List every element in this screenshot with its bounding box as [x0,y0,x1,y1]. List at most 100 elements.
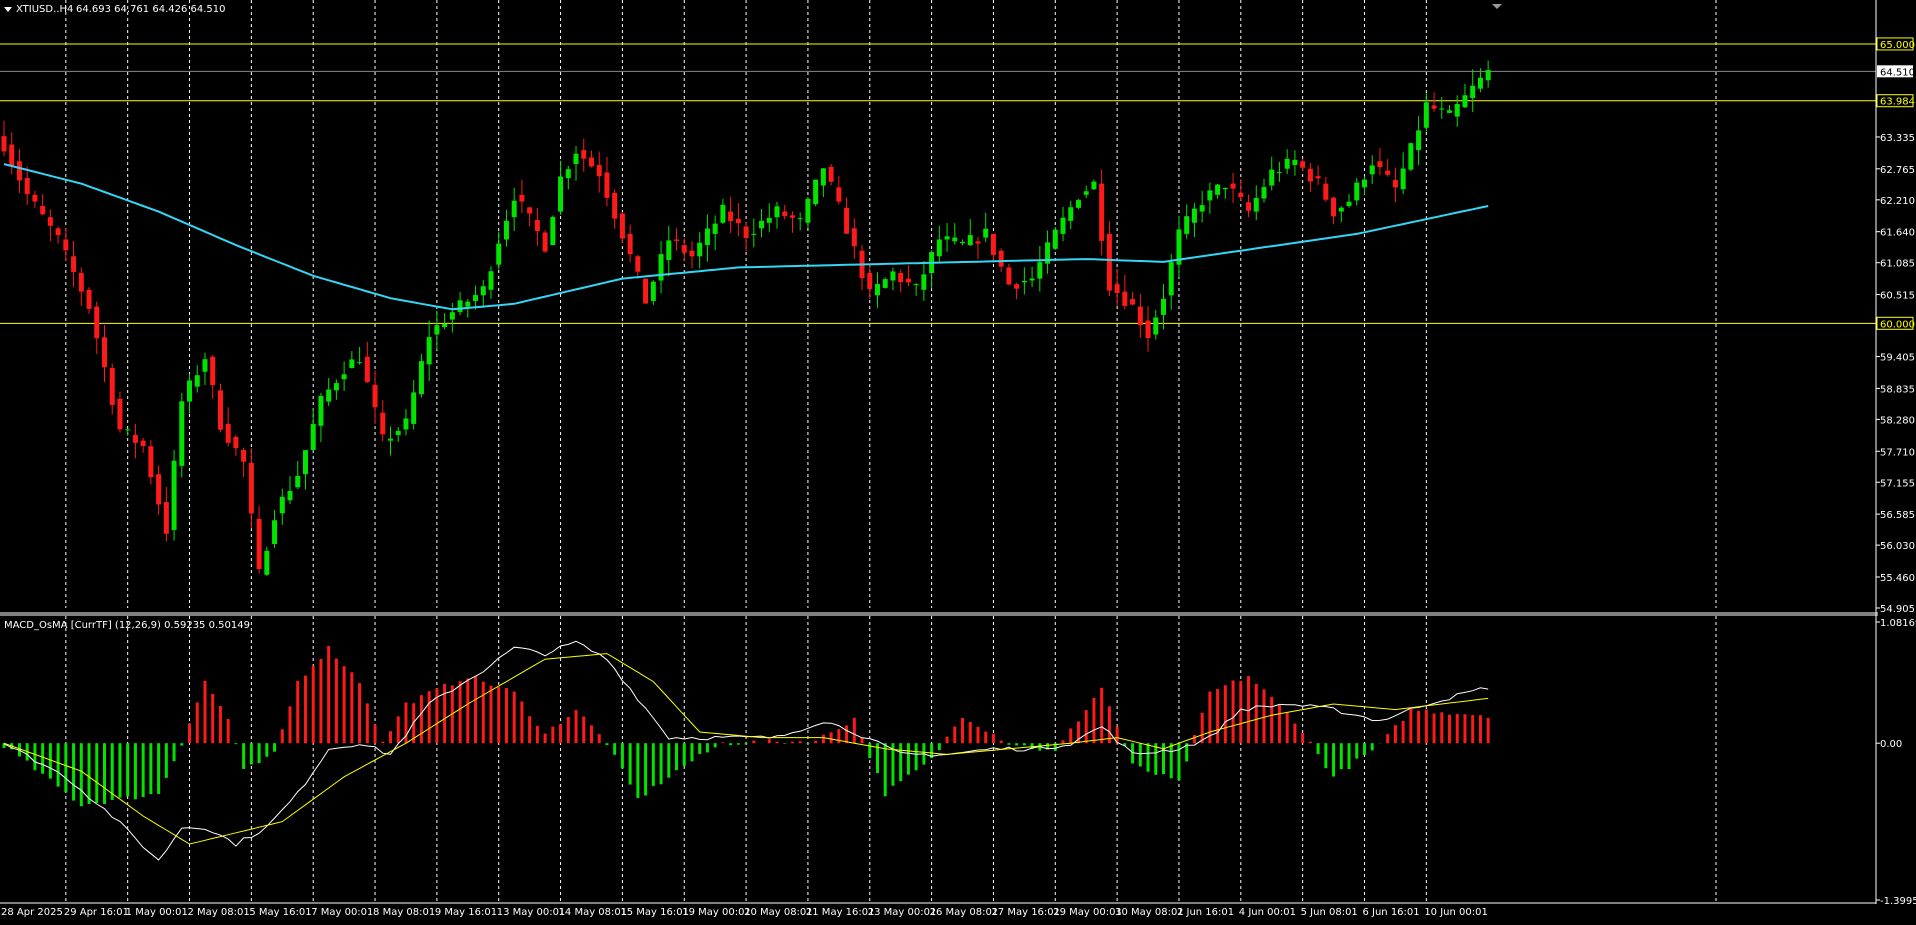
candle-body [40,205,46,215]
candle-body [789,215,795,218]
candle-body [86,289,92,309]
candle-body [998,250,1004,267]
candle-body [496,243,502,265]
candle-body [944,236,950,240]
time-tick-label: 28 Apr 2025 [1,907,63,918]
time-tick-label: 6 Jun 16:01 [1362,907,1419,918]
candle-body [681,245,687,253]
candle-body [357,362,363,364]
candle-body [395,430,401,436]
price-tick-label: 59.405 [1880,353,1915,364]
ohlc-header: 64.693 64.761 64.426 64.510 [76,4,226,15]
candle-body [388,438,393,441]
candle-body [1006,267,1012,285]
candle-body [9,144,15,166]
candle-body [1184,216,1190,234]
time-tick-label: 27 May 16:01 [991,907,1060,918]
candle-body [403,418,409,430]
chart-canvas[interactable]: 54.905 55.460 56.030 56.585 57.155 57.710 58.2… [0,0,1916,925]
price-tick-label: 60.515 [1880,291,1915,302]
candle-body [1161,298,1166,315]
candle-body [751,233,757,235]
candle-body [882,279,888,288]
price-tick-label: 58.835 [1880,384,1915,395]
price-tick-label: 58.280 [1880,415,1915,426]
candle-body [449,312,455,320]
candle-body [1346,201,1352,206]
time-tick-label: 29 Apr 16:01 [64,907,129,918]
candle-body [372,384,378,408]
time-tick-label: 2 May 08:01 [188,907,250,918]
candle-body [596,165,602,177]
candle-body [573,153,579,165]
candle-body [465,301,471,307]
candle-body [1,136,7,152]
candle-body [712,223,718,234]
candle-body [1191,208,1197,223]
candle-body [434,325,440,335]
candle-body [1462,95,1468,108]
time-tick-label: 15 May 16:01 [620,907,689,918]
candle-body [1130,299,1136,305]
price-tick-label: 63.335 [1880,133,1915,144]
candle-body [1276,172,1282,174]
candle-body [844,207,850,234]
candle-body [473,295,479,301]
candle-body [1153,317,1159,335]
level-badge-label: 63.984 [1880,97,1915,108]
current-price-label: 64.510 [1880,67,1915,78]
panel-separator[interactable] [0,612,1878,616]
candle-body [975,241,981,244]
time-tick-label: 13 May 00:01 [497,907,566,918]
candle-body [156,474,162,505]
price-tick-label: 57.710 [1880,447,1915,458]
candle-body [728,211,734,222]
candle-body [527,207,533,214]
candle-body [47,217,53,226]
candle-body [279,496,285,514]
candle-body [1431,105,1437,109]
candle-body [1230,183,1236,189]
candle-body [697,242,703,257]
time-tick-label: 26 May 08:01 [930,907,999,918]
candle-body [1145,320,1151,338]
candle-body [418,361,424,395]
candle-body [380,412,386,435]
candle-body [952,237,958,242]
time-tick-label: 30 May 08:01 [1115,907,1184,918]
candle-body [720,204,726,223]
macd-tick-label: 1.08169 [1880,618,1916,629]
price-tick-label: 62.765 [1880,165,1915,176]
candle-body [836,187,842,202]
candle-body [635,256,641,272]
candle-body [813,179,819,205]
candle-body [1470,85,1476,98]
time-tick-label: 9 May 16:01 [435,907,497,918]
candle-body [1014,284,1020,289]
candle-body [874,284,880,296]
candle-body [828,166,834,182]
time-tick-label: 14 May 08:01 [559,907,628,918]
indicator-header: MACD_OsMA [CurrTF] (12,26,9) 0.59235 0.5… [4,620,250,631]
candle-body [704,228,710,246]
candle-body [326,389,332,402]
candle-body [936,239,942,257]
candle-body [1168,262,1174,296]
symbol-header: XTIUSD..H4 [16,4,73,15]
price-tick-label: 61.085 [1880,259,1915,270]
candle-body [960,242,966,244]
candle-body [774,206,780,218]
price-tick-label: 57.155 [1880,478,1915,489]
candle-body [743,226,749,239]
candle-body [550,217,556,246]
candle-body [94,306,100,339]
candle-body [225,423,231,443]
candle-body [511,200,517,218]
time-tick-label: 2 Jun 16:01 [1177,907,1234,918]
candle-body [627,233,633,255]
candle-body [318,395,324,426]
candle-body [287,490,293,501]
price-tick-label: 55.460 [1880,573,1915,584]
candle-body [1037,262,1043,279]
candle-body [519,194,525,202]
